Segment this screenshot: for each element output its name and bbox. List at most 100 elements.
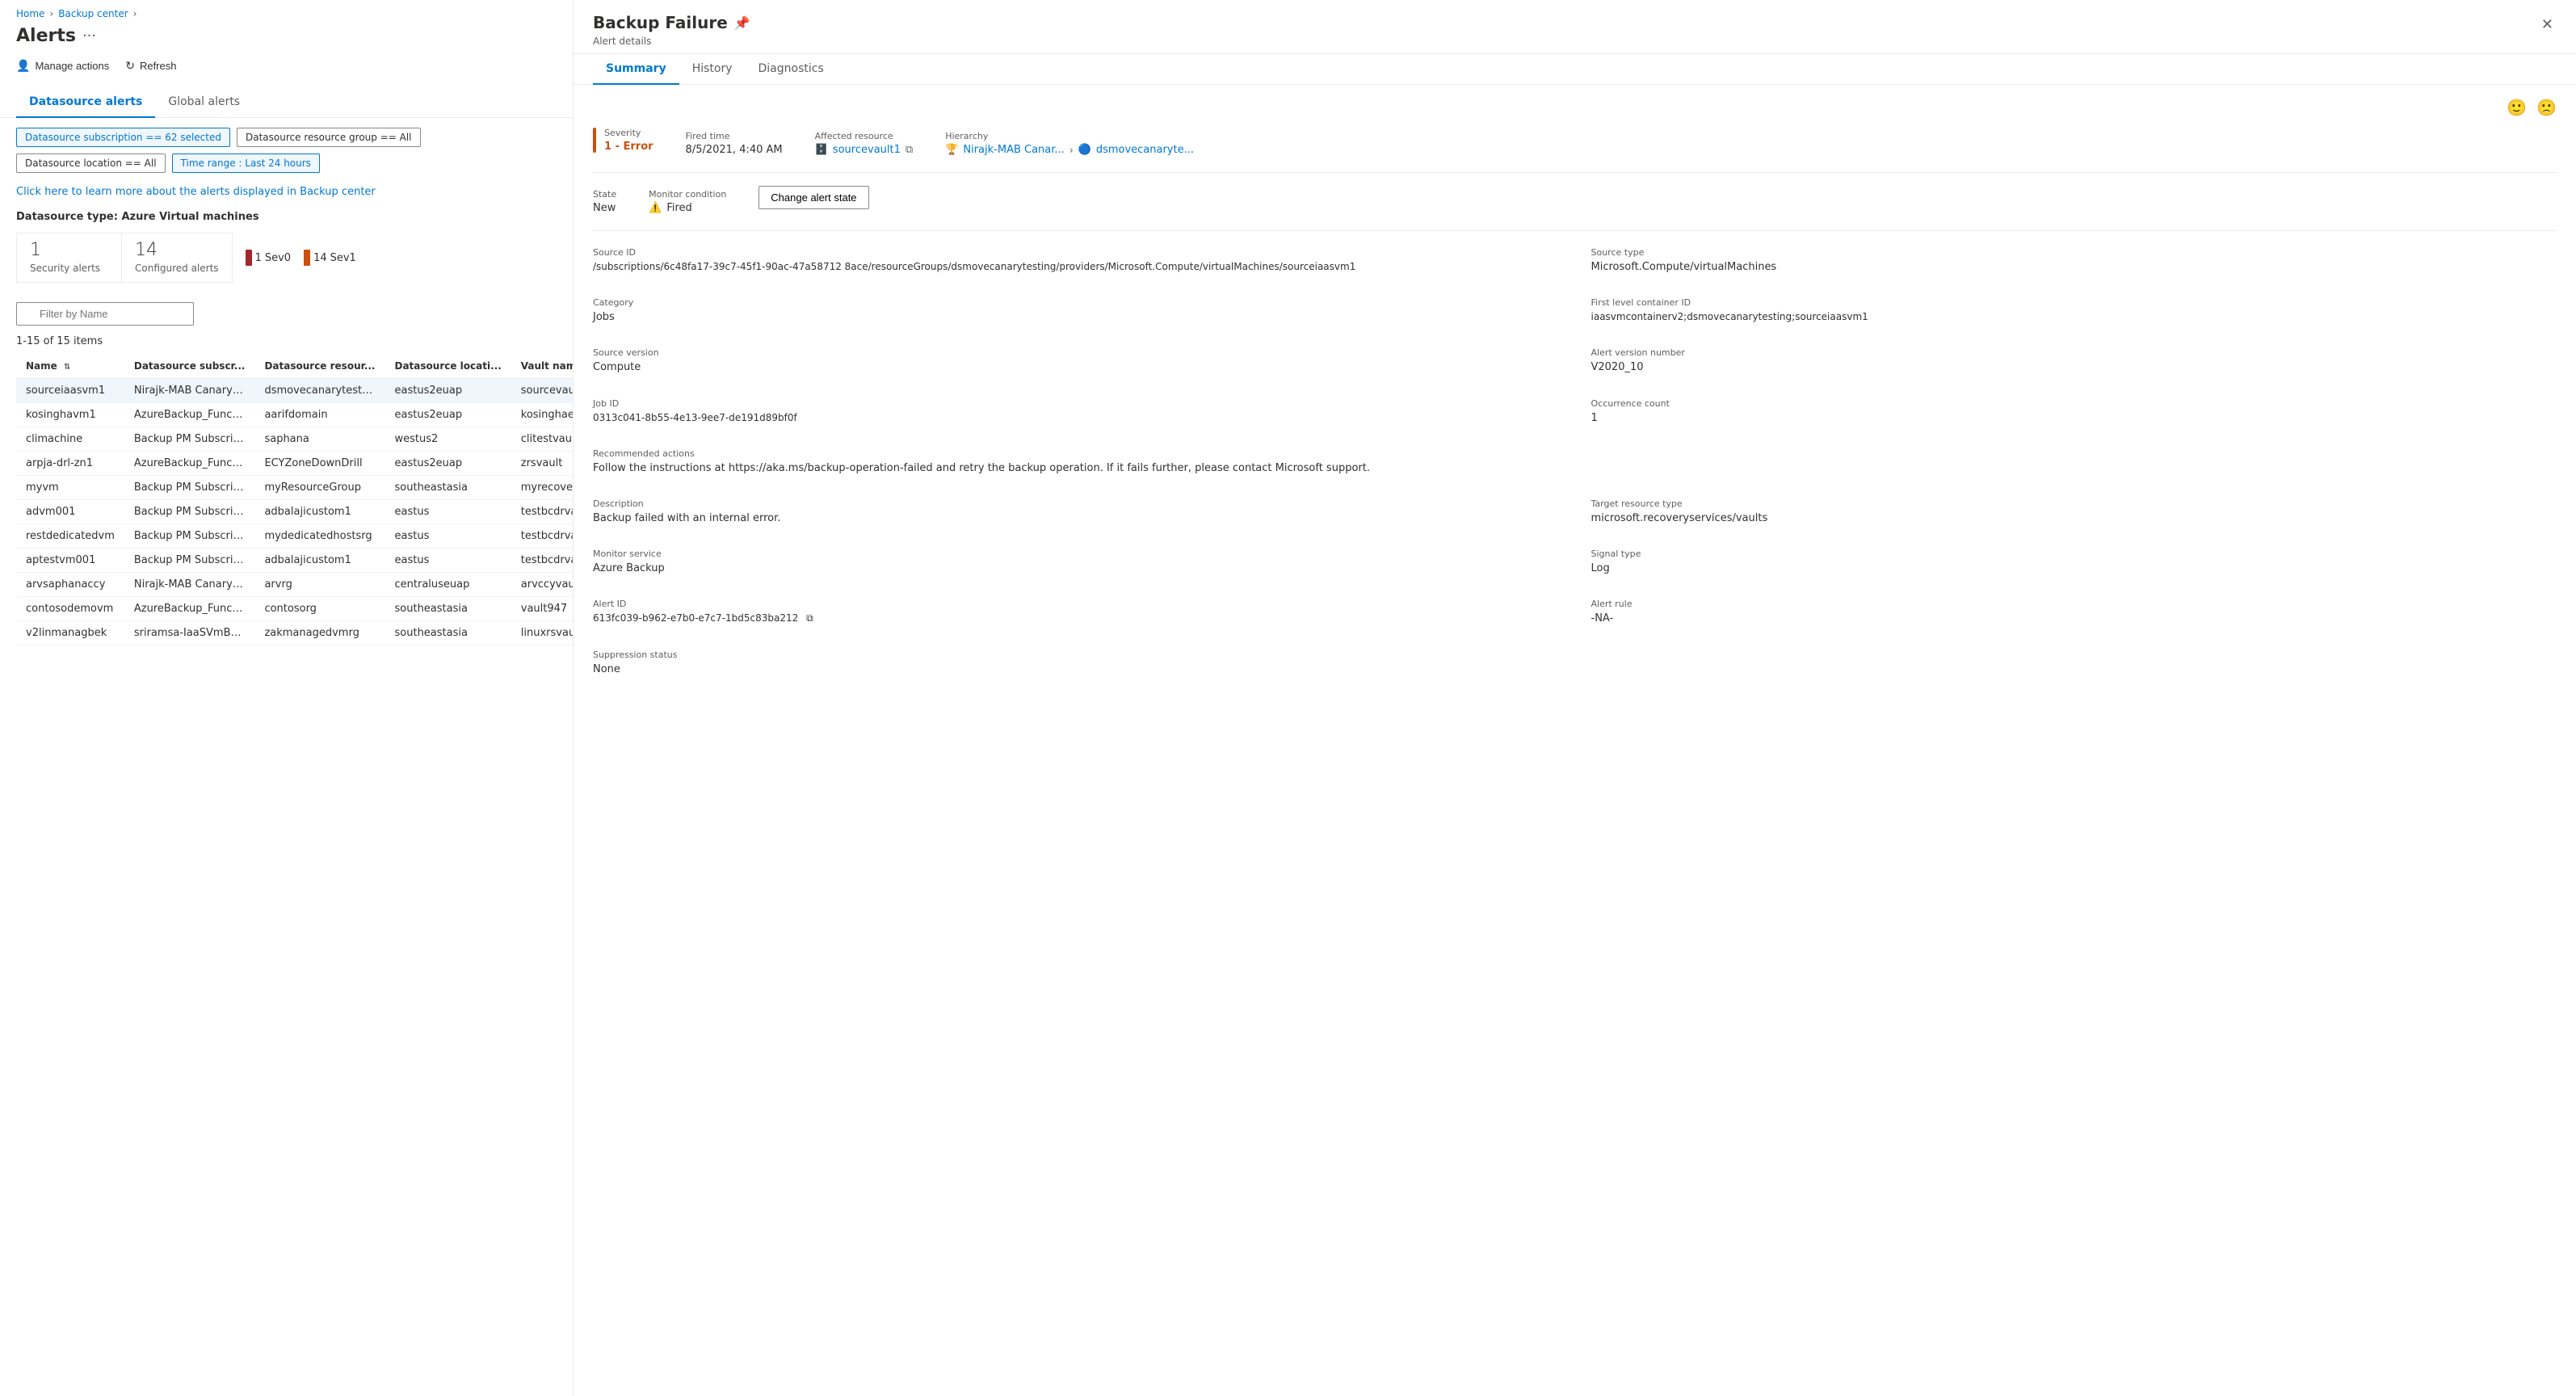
- occurrence-count-value: 1: [1591, 411, 2557, 426]
- breadcrumb: Home › Backup center ›: [0, 0, 573, 26]
- detail-tabs: Summary History Diagnostics: [574, 54, 2576, 85]
- datasource-type-label: Datasource type: Azure Virtual machines: [0, 208, 573, 233]
- cell-location: eastus2euap: [385, 379, 511, 403]
- copy-alert-id-icon[interactable]: ⧉: [806, 612, 813, 624]
- recommended-actions-item: Recommended actions Follow the instructi…: [593, 448, 1559, 476]
- occurrence-count-item: Occurrence count 1: [1591, 398, 2557, 426]
- security-alerts-count: 1: [30, 242, 108, 259]
- learn-more-link[interactable]: Click here to learn more about the alert…: [16, 186, 376, 198]
- cell-resource_group: mydedicatedhostsrg: [254, 524, 385, 549]
- cell-location: southeastasia: [385, 597, 511, 621]
- link-info-area: Click here to learn more about the alert…: [0, 183, 573, 208]
- detail-close-button[interactable]: ✕: [2538, 13, 2557, 36]
- detail-tab-summary[interactable]: Summary: [593, 54, 679, 85]
- cell-name: v2linmanagbek: [16, 621, 124, 645]
- monitor-service-item: Monitor service Azure Backup: [593, 549, 1559, 576]
- change-state-area: Change alert state: [759, 186, 868, 209]
- sev1-badge[interactable]: 14 Sev1: [304, 250, 356, 266]
- configured-alerts-card[interactable]: 14 Configured alerts: [121, 233, 233, 283]
- table-row[interactable]: sourceiaasvm1Nirajk-MAB Canary Su...dsmo…: [16, 379, 573, 403]
- target-resource-type-value: microsoft.recoveryservices/vaults: [1591, 511, 2557, 526]
- filter-bar: 🔍: [0, 296, 573, 332]
- change-alert-state-button[interactable]: Change alert state: [759, 186, 868, 209]
- tab-datasource-alerts[interactable]: Datasource alerts: [16, 89, 155, 118]
- suppression-status-value: None: [593, 662, 1559, 677]
- source-id-value: /subscriptions/6c48fa17-39c7-45f1-90ac-4…: [593, 260, 1559, 274]
- detail-title-text: Backup Failure: [593, 13, 728, 32]
- thumbs-up-button[interactable]: 🙂: [2507, 98, 2527, 118]
- filter-resource-group[interactable]: Datasource resource group == All: [237, 128, 421, 147]
- cell-name: arpja-drl-zn1: [16, 452, 124, 476]
- col-name[interactable]: Name ⇅: [16, 354, 124, 379]
- col-vault[interactable]: Vault name: [511, 354, 573, 379]
- filter-by-name-input[interactable]: [16, 302, 194, 326]
- hierarchy-item1[interactable]: Nirajk-MAB Canar...: [963, 144, 1064, 156]
- cell-location: eastus: [385, 549, 511, 573]
- tab-global-alerts[interactable]: Global alerts: [155, 89, 253, 118]
- filter-wrap: 🔍: [16, 302, 194, 326]
- cell-subscription: Backup PM Subscription: [124, 427, 255, 452]
- col-subscription[interactable]: Datasource subscr...: [124, 354, 255, 379]
- table-row[interactable]: v2linmanagbeksriramsa-IaaSVmBaku...zakma…: [16, 621, 573, 645]
- cell-resource_group: aarifdomain: [254, 403, 385, 427]
- manage-actions-button[interactable]: 👤 Manage actions: [16, 56, 109, 76]
- cell-location: eastus2euap: [385, 403, 511, 427]
- col-resource-group[interactable]: Datasource resour...: [254, 354, 385, 379]
- filter-time-range[interactable]: Time range : Last 24 hours: [172, 153, 320, 173]
- filter-location[interactable]: Datasource location == All: [16, 153, 166, 173]
- detail-body: 🙂 🙁 Severity 1 - Error Fired time 8/5/20…: [574, 85, 2576, 1396]
- table-row[interactable]: restdedicatedvmBackup PM Subscriptionmyd…: [16, 524, 573, 549]
- col-location[interactable]: Datasource locati...: [385, 354, 511, 379]
- cell-name: climachine: [16, 427, 124, 452]
- details-grid: Source ID /subscriptions/6c48fa17-39c7-4…: [593, 247, 2557, 687]
- table-row[interactable]: arpja-drl-zn1AzureBackup_Function...ECYZ…: [16, 452, 573, 476]
- cell-resource_group: arvrg: [254, 573, 385, 597]
- recommended-actions-label: Recommended actions: [593, 448, 1559, 459]
- feedback-row: 🙂 🙁: [593, 98, 2557, 128]
- fired-time-section: Fired time 8/5/2021, 4:40 AM: [686, 128, 783, 159]
- alert-rule-value: -NA-: [1591, 612, 2557, 626]
- detail-tab-history[interactable]: History: [679, 54, 746, 85]
- cell-subscription: AzureBackup_Function...: [124, 403, 255, 427]
- cell-location: southeastasia: [385, 476, 511, 500]
- detail-title: Backup Failure 📌: [593, 13, 750, 32]
- refresh-button[interactable]: ↻ Refresh: [125, 56, 176, 76]
- cell-name: aptestvm001: [16, 549, 124, 573]
- table-row[interactable]: kosinghavm1AzureBackup_Function...aarifd…: [16, 403, 573, 427]
- affected-resource-link[interactable]: sourcevault1: [833, 144, 901, 156]
- hierarchy-item2[interactable]: dsmovecanaryte...: [1096, 144, 1194, 156]
- monitor-service-value: Azure Backup: [593, 561, 1559, 576]
- monitor-condition-label: Monitor condition: [649, 189, 726, 200]
- monitor-condition-value: ⚠️ Fired: [649, 202, 726, 214]
- table-row[interactable]: myvmBackup PM SubscriptionmyResourceGrou…: [16, 476, 573, 500]
- cell-subscription: Backup PM Subscription: [124, 549, 255, 573]
- thumbs-down-button[interactable]: 🙁: [2536, 98, 2557, 118]
- filter-subscription[interactable]: Datasource subscription == 62 selected: [16, 128, 230, 147]
- cell-resource_group: ECYZoneDownDrill: [254, 452, 385, 476]
- breadcrumb-home[interactable]: Home: [16, 8, 44, 19]
- table-row[interactable]: contosodemovmAzureBackup_Function...cont…: [16, 597, 573, 621]
- alert-id-label: Alert ID: [593, 599, 1559, 609]
- cell-vault: testbcdrvault: [511, 524, 573, 549]
- table-row[interactable]: advm001Backup PM Subscriptionadbalajicus…: [16, 500, 573, 524]
- table-row[interactable]: climachineBackup PM Subscriptionsaphanaw…: [16, 427, 573, 452]
- cell-subscription: Backup PM Subscription: [124, 500, 255, 524]
- table-row[interactable]: aptestvm001Backup PM Subscriptionadbalaj…: [16, 549, 573, 573]
- page-menu-icon[interactable]: ···: [82, 27, 96, 44]
- copy-resource-icon[interactable]: ⧉: [906, 144, 913, 156]
- cell-name: restdedicatedvm: [16, 524, 124, 549]
- hierarchy-arrow: ›: [1069, 145, 1074, 156]
- category-item: Category Jobs: [593, 297, 1559, 325]
- pin-icon[interactable]: 📌: [734, 15, 750, 31]
- cell-resource_group: adbalajicustom1: [254, 500, 385, 524]
- severity-badges: 1 Sev0 14 Sev1: [233, 250, 369, 266]
- first-level-container-item: First level container ID iaasvmcontainer…: [1591, 297, 2557, 325]
- breadcrumb-backup-center[interactable]: Backup center: [58, 8, 128, 19]
- table-row[interactable]: arvsaphanaccyNirajk-MAB Canary Su...arvr…: [16, 573, 573, 597]
- security-alerts-card[interactable]: 1 Security alerts: [16, 233, 121, 283]
- severity-info: Severity 1 - Error: [604, 128, 653, 153]
- detail-tab-diagnostics[interactable]: Diagnostics: [746, 54, 837, 85]
- sev0-badge[interactable]: 1 Sev0: [246, 250, 292, 266]
- signal-type-label: Signal type: [1591, 549, 2557, 559]
- cell-name: myvm: [16, 476, 124, 500]
